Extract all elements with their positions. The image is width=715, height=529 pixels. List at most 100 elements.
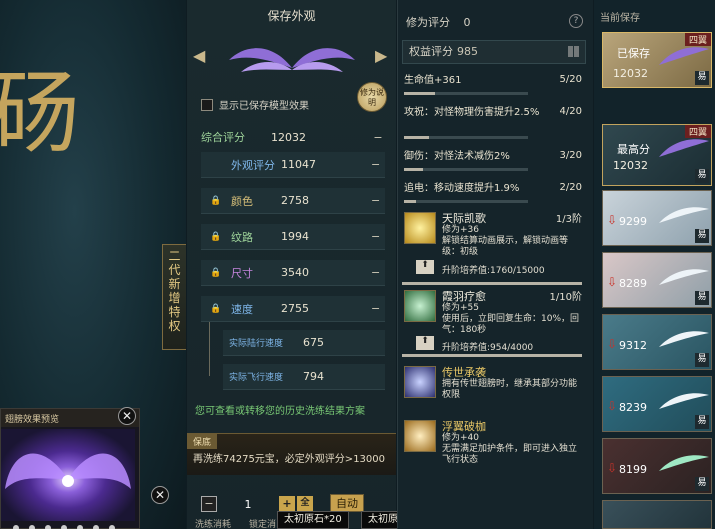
card-badge: 易 — [695, 353, 709, 367]
cultivation-info-button[interactable]: 修为说明 — [357, 82, 387, 112]
card-score: 8239 — [619, 401, 647, 414]
benefit-text: 生命值+361 — [404, 75, 462, 86]
collapse-icon[interactable]: − — [371, 266, 385, 279]
history-card[interactable]: ⇩ 8289 易 — [602, 252, 712, 308]
benefit-score-bar: 权益评分 985 — [402, 40, 586, 64]
benefit-value: 985 — [457, 45, 478, 58]
benefit-row: 生命值+361 5/20 — [402, 74, 588, 98]
quantity-value[interactable]: 1 — [219, 498, 277, 511]
minus-button[interactable]: − — [201, 496, 217, 512]
total-score-value: 12032 — [271, 130, 306, 144]
land-speed-label: 实际陆行速度 — [229, 339, 284, 349]
history-card[interactable]: ⇩ 8239 易 — [602, 376, 712, 432]
card-badge: 易 — [695, 291, 709, 305]
benefit-count: 4/20 — [559, 106, 582, 117]
attr-row-color: 🔒 颜色 2758 − — [201, 188, 385, 214]
help-icon[interactable]: ? — [569, 14, 583, 28]
prev-arrow-icon[interactable]: ◀ — [193, 46, 205, 65]
collapse-icon[interactable]: − — [371, 158, 385, 171]
down-arrow-icon: ⇩ — [607, 275, 618, 289]
attr-row-pattern: 🔒 纹路 1994 − — [201, 224, 385, 250]
card-label: 已保存 — [617, 47, 650, 60]
skill-item[interactable]: 天际凯歌 1/3阶 修为+36 解锁结算动画展示，解锁动画等级：初级 ⬆ 升阶培… — [402, 210, 588, 280]
attr-label: 颜色 — [231, 194, 253, 208]
lock-icon[interactable]: 🔒 — [201, 304, 231, 314]
wing-model-icon — [229, 48, 355, 72]
total-score-row: 综合评分 12032 − — [201, 124, 385, 150]
history-card[interactable] — [602, 500, 712, 529]
skill-desc: 拥有传世翅膀时，继承其部分功能权限 — [442, 379, 578, 400]
benefit-row: 追电：移动速度提升1.9% 2/20 — [402, 182, 588, 206]
carousel-dots[interactable] — [13, 525, 115, 529]
attr-value: 1994 — [281, 230, 309, 243]
down-arrow-icon: ⇩ — [607, 461, 618, 475]
close-button[interactable]: ✕ — [151, 486, 169, 504]
benefit-row: 攻祝：对怪物理伤害提升2.5% 4/20 — [402, 106, 588, 140]
land-speed-row: 实际陆行速度 675 — [223, 330, 385, 356]
new-privilege-tab[interactable]: 二代新增特权 — [162, 244, 186, 350]
history-card[interactable]: ⇩ 9312 易 — [602, 314, 712, 370]
plus-button[interactable]: + — [279, 496, 295, 512]
collapse-icon[interactable]: − — [371, 230, 385, 243]
upgrade-text: 升阶培养值:954/4000 — [442, 343, 534, 353]
skill-name: 传世承袭 — [442, 366, 486, 379]
skill-item[interactable]: 浮翼破枷 修为+40 无需满足加护条件，即可进入独立飞行状态 — [402, 418, 588, 470]
guarantee-tag: 保底 — [187, 434, 218, 449]
skill-icon — [404, 290, 436, 322]
skill-level: 1/10阶 — [549, 292, 582, 303]
skill-name: 天际凯歌 — [442, 212, 486, 225]
attr-value: 2758 — [281, 194, 309, 207]
wing-preview-panel: 翅膀效果预览 — [0, 408, 140, 529]
next-arrow-icon[interactable]: ▶ — [375, 46, 387, 65]
checkbox-icon[interactable] — [201, 98, 213, 111]
cost-label: 洗练消耗 — [195, 520, 232, 529]
history-card[interactable]: ⇩ 9299 易 — [602, 190, 712, 246]
skill-name: 霞羽疗愈 — [442, 290, 486, 303]
close-preview-button[interactable]: ✕ — [118, 407, 136, 425]
benefit-text: 御伤：对怪法术减伤2% — [404, 151, 510, 162]
benefit-count: 2/20 — [559, 182, 582, 193]
collapse-icon[interactable]: − — [371, 302, 385, 315]
card-label: 最高分 — [617, 143, 650, 156]
wing-icon — [659, 393, 709, 409]
upgrade-icon[interactable]: ⬆ — [416, 336, 434, 350]
best-card[interactable]: 四翼 最高分 12032 易 — [602, 124, 712, 186]
appearance-score-value: 11047 — [281, 158, 316, 171]
cultivation-value: 0 — [463, 16, 471, 29]
wing-icon — [659, 269, 709, 285]
total-score-label: 综合评分 — [201, 131, 245, 144]
collapse-icon[interactable]: − — [371, 194, 385, 207]
saved-card[interactable]: 四翼 已保存 12032 易 — [602, 32, 712, 88]
down-arrow-icon: ⇩ — [607, 337, 618, 351]
lock-icon[interactable]: 🔒 — [201, 196, 231, 206]
upgrade-icon[interactable]: ⬆ — [416, 260, 434, 274]
card-score: 8199 — [619, 463, 647, 476]
skill-level: 1/3阶 — [555, 214, 582, 225]
skill-item[interactable]: 霞羽疗愈 1/10阶 修为+55 使用后，立即回复生命：10%，回气：180秒 … — [402, 288, 588, 358]
wing-icon — [659, 47, 709, 65]
attr-value: 3540 — [281, 266, 309, 279]
collapse-icon[interactable]: − — [371, 131, 385, 144]
skill-item[interactable]: 传世承袭 拥有传世翅膀时，继承其部分功能权限 — [402, 364, 588, 410]
skill-name: 浮翼破枷 — [442, 420, 486, 433]
history-plan-link[interactable]: 您可查看或转移您的历史洗练结果方案 — [195, 402, 365, 417]
benefit-count: 3/20 — [559, 150, 582, 161]
quantity-stepper[interactable]: − 1 + 全 — [201, 496, 313, 512]
max-button[interactable]: 全 — [297, 496, 313, 512]
history-card[interactable]: ⇩ 8199 易 — [602, 438, 712, 494]
card-score: 12032 — [613, 159, 648, 172]
outfit-panel: 保存外观 ◀ ▶ 修为说明 显示已保存模型效果 综合评分 12032 − 外观评… — [187, 0, 396, 529]
auto-button[interactable]: 自动 — [330, 494, 364, 512]
show-saved-checkbox[interactable]: 显示已保存模型效果 — [201, 97, 309, 112]
card-badge: 易 — [695, 477, 709, 491]
card-badge: 易 — [695, 229, 709, 243]
skill-desc: 修为+55 使用后，立即回复生命：10%，回气：180秒 — [442, 303, 580, 335]
benefit-text: 攻祝：对怪物理伤害提升2.5% — [404, 107, 540, 118]
cultivation-panel: 修为评分 0 ? 权益评分 985 生命值+361 5/20 攻祝：对怪物理伤害提… — [397, 0, 593, 529]
cultivation-label: 修为评分 — [406, 16, 450, 29]
lock-icon[interactable]: 🔒 — [201, 268, 231, 278]
benefit-progress — [404, 200, 528, 203]
guarantee-text: 再洗练74275元宝，必定外观评分>13000 — [193, 454, 386, 465]
lock-icon[interactable]: 🔒 — [201, 232, 231, 242]
grid-icon[interactable] — [568, 46, 579, 57]
